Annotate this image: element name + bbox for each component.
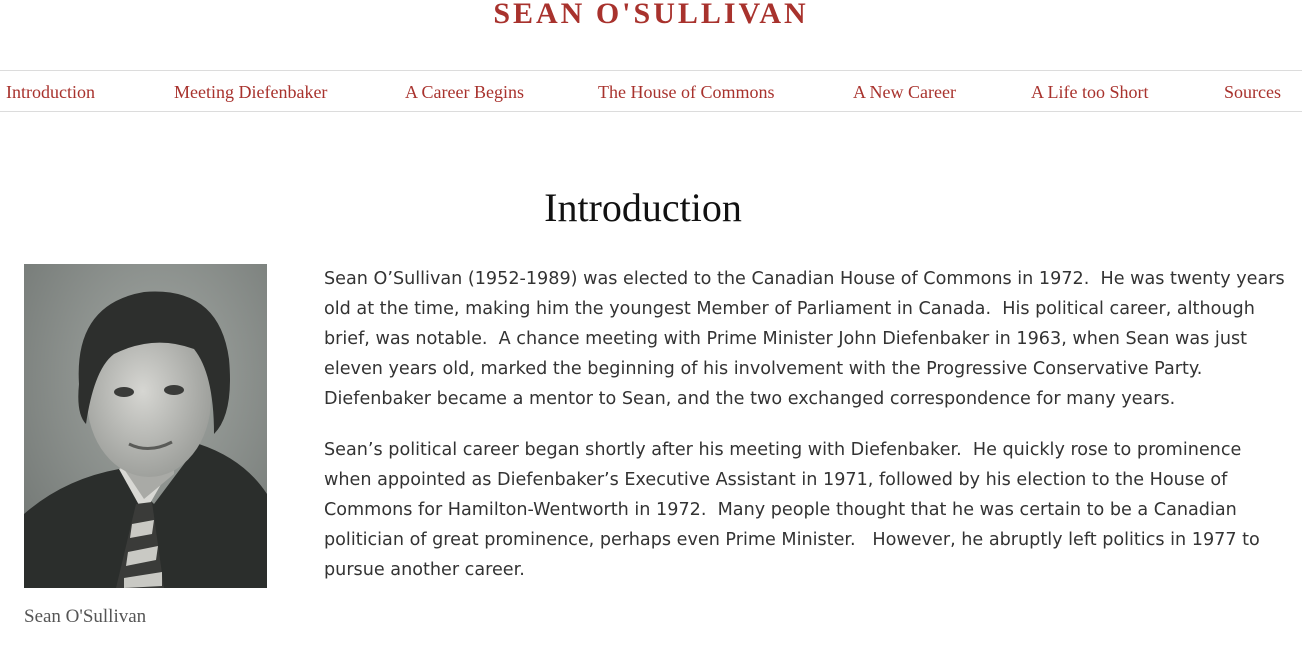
paragraph: Sean’s political career began shortly af…	[324, 440, 1266, 580]
paragraph: Sean O’Sullivan (1952-1989) was elected …	[324, 269, 1291, 409]
portrait-photo	[24, 264, 267, 588]
nav-item-introduction[interactable]: Introduction	[6, 81, 95, 103]
intro-text: Sean O’Sullivan (1952-1989) was elected …	[324, 264, 1290, 606]
nav-item-a-career-begins[interactable]: A Career Begins	[405, 81, 524, 103]
nav-item-a-life-too-short[interactable]: A Life too Short	[1031, 81, 1149, 103]
page-title: Introduction	[544, 185, 742, 230]
nav-item-house-of-commons[interactable]: The House of Commons	[598, 81, 774, 103]
main-nav: Introduction Meeting Diefenbaker A Caree…	[0, 70, 1302, 112]
portrait-caption: Sean O'Sullivan	[24, 606, 147, 627]
nav-item-meeting-diefenbaker[interactable]: Meeting Diefenbaker	[174, 81, 327, 103]
nav-item-a-new-career[interactable]: A New Career	[853, 81, 956, 103]
site-title[interactable]: SEAN O'SULLIVAN	[0, 0, 1302, 36]
nav-item-sources[interactable]: Sources	[1224, 81, 1281, 103]
